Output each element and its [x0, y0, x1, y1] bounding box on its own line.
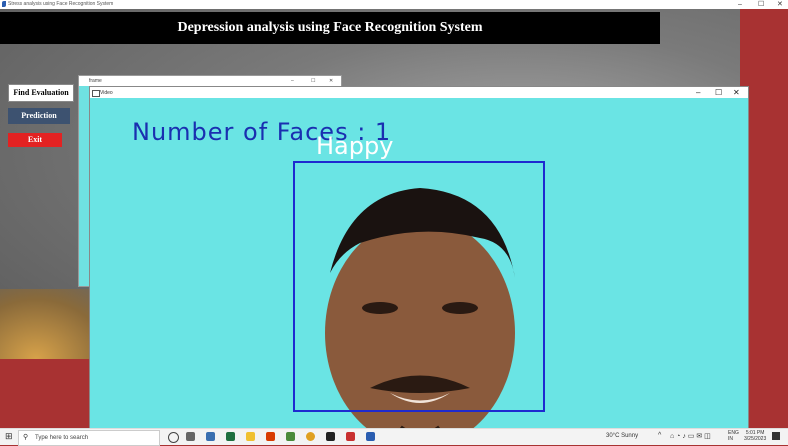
- task-view-icon[interactable]: [186, 432, 195, 441]
- app-icon-2[interactable]: [346, 432, 355, 441]
- video-maximize-icon[interactable]: ☐: [715, 87, 722, 98]
- video-window-title: Video: [100, 90, 113, 96]
- windows-start-icon[interactable]: ⊞: [5, 432, 13, 441]
- video-window-icon: [92, 90, 100, 97]
- camera-feed: Number of Faces : 1 Happy: [90, 98, 748, 429]
- clock-date: 3/25/2023: [744, 436, 767, 442]
- mail-icon[interactable]: [206, 432, 215, 441]
- tray-chevron-icon[interactable]: ^: [658, 432, 661, 439]
- edge-icon[interactable]: [226, 432, 235, 441]
- minimize-icon[interactable]: –: [738, 0, 742, 9]
- maximize-icon[interactable]: ☐: [758, 0, 764, 9]
- app-window-title: Stress analysis using Face Recognition S…: [8, 1, 114, 7]
- clock[interactable]: 5:01 PM 3/25/2023: [744, 430, 766, 442]
- python-feather-icon[interactable]: [366, 432, 375, 441]
- video-title-bar: Video – ☐ ✕: [90, 87, 748, 98]
- cortana-icon[interactable]: [168, 432, 179, 443]
- app-title-bar: Stress analysis using Face Recognition S…: [0, 0, 788, 9]
- app-feather-icon: [2, 1, 6, 7]
- weather-label[interactable]: 30°C Sunny: [606, 433, 638, 439]
- tray-icons[interactable]: ⌂ ◔ ♪ ▭ ✉ ◫: [670, 432, 711, 440]
- video-close-icon[interactable]: ✕: [733, 87, 740, 98]
- video-minimize-icon[interactable]: –: [696, 87, 700, 98]
- frame-minimize-icon[interactable]: –: [291, 78, 294, 84]
- search-icon: ⚲: [23, 434, 29, 441]
- terminal-icon[interactable]: [326, 432, 335, 441]
- search-placeholder: Type here to search: [35, 435, 89, 441]
- exit-button[interactable]: Exit: [8, 133, 62, 147]
- frame-close-icon[interactable]: ✕: [329, 78, 333, 84]
- video-window: Video – ☐ ✕ Number of Faces : 1 Happy: [89, 86, 749, 430]
- frame-maximize-icon[interactable]: ☐: [311, 78, 315, 84]
- notification-icon[interactable]: [772, 432, 780, 440]
- prediction-button[interactable]: Prediction: [8, 108, 70, 124]
- close-icon[interactable]: ✕: [777, 0, 783, 9]
- emotion-label: Happy: [316, 132, 394, 160]
- office-icon[interactable]: [266, 432, 275, 441]
- face-bounding-box: [293, 161, 545, 412]
- page-title: Depression analysis using Face Recogniti…: [0, 12, 660, 44]
- frame-window-title: frame: [89, 78, 102, 84]
- frame-title-bar: frame – ☐ ✕: [79, 76, 341, 86]
- language-indicator[interactable]: ENG IN: [728, 430, 739, 442]
- find-evaluation-button[interactable]: Find Evaluation: [8, 84, 74, 102]
- app-icon-1[interactable]: [286, 432, 295, 441]
- lang-bottom: IN: [728, 436, 733, 442]
- taskbar: ⊞ ⚲ Type here to search 30°C Sunny ^ ⌂ ◔…: [0, 428, 788, 446]
- chrome-icon[interactable]: [306, 432, 315, 441]
- file-explorer-icon[interactable]: [246, 432, 255, 441]
